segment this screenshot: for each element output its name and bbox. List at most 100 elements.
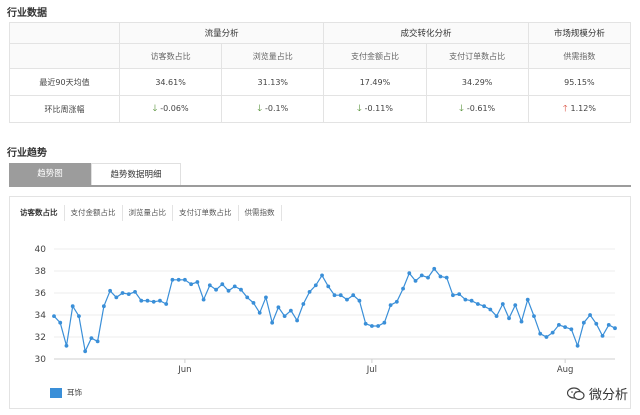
data-point [183,277,187,282]
data-point [413,279,418,283]
data-point [70,304,75,309]
data-point [475,302,480,306]
data-point [469,298,474,303]
data-point [64,343,69,348]
data-point [394,299,399,304]
group-header-conversion: 成交转化分析 [323,22,529,44]
y-tick-label: 40 [35,245,47,255]
arrow-down-icon: 🡓 [152,104,158,114]
industry-metrics-table: 流量分析 成交转化分析 市场规模分析 访客数占比 浏览量占比 支付金额占比 支付… [9,22,632,123]
data-point [426,275,430,280]
column-header: 支付订单数占比 [425,43,529,69]
table-corner-sub [9,43,120,69]
data-point [301,302,306,306]
arrow-down-icon: 🡓 [257,104,263,114]
data-point [220,282,225,287]
data-point [338,293,343,298]
table-cell: 34.61% [118,68,223,96]
data-point [457,292,462,296]
data-point [500,302,505,306]
row-label: 环比周涨幅 [9,95,120,123]
data-point [145,298,150,303]
change-value: -0.11% [364,104,393,113]
change-value: -0.61% [466,104,496,113]
y-tick-label: 38 [35,267,47,277]
data-point [332,293,337,298]
data-point [133,290,137,294]
data-point [401,286,405,291]
trend-tabs: 趋势图 趋势数据明细 [9,163,631,187]
column-header: 浏览量占比 [221,43,325,69]
chart-legend[interactable]: 耳饰 [50,387,82,398]
data-point [519,319,524,324]
data-point [463,297,468,302]
data-point [251,301,256,305]
trend-chart-panel: 访客数占比 支付金额占比 浏览量占比 支付订单数占比 供需指数 30 32 34 36… [9,196,631,409]
table-row: 环比周涨幅 🡓 -0.06% 🡓 -0.1% 🡓 -0.11% 🡓 -0.61% 🡑 1.… [9,95,632,123]
x-tick-label: Jun [177,365,191,375]
y-tick-label: 36 [35,289,47,299]
data-point [239,287,243,292]
data-point [345,297,349,302]
data-point [507,316,511,321]
data-point [126,292,131,296]
data-point [419,273,424,278]
data-point [89,336,94,340]
industry-data-title: 行业数据 [7,8,47,19]
tab-trend-detail[interactable]: 趋势数据明细 [91,163,181,185]
data-point [257,310,262,315]
data-point [575,343,580,348]
y-tick-label: 30 [35,355,47,365]
data-point [444,275,449,280]
data-point [588,313,592,317]
data-point [363,321,368,326]
column-header: 供需指数 [527,43,632,69]
data-point [245,295,250,300]
data-point [370,324,374,328]
data-point [232,284,237,289]
data-point [513,303,518,307]
data-point [120,291,125,295]
table-cell: 🡓 -0.06% [118,95,223,123]
table-corner [9,22,120,44]
legend-label: 耳饰 [67,388,82,397]
group-header-market: 市场规模分析 [527,22,632,44]
table-cell: 34.29% [425,68,529,96]
data-point [351,293,356,298]
data-point [438,274,443,279]
column-header: 支付金额占比 [323,43,427,69]
data-point [432,266,437,271]
watermark: 微分析 [566,384,628,403]
data-point [288,308,293,313]
data-point [544,335,549,339]
data-point [525,297,530,302]
data-point [326,284,331,289]
group-header-traffic: 流量分析 [118,22,325,44]
x-tick-label: Aug [557,365,574,375]
data-point [270,320,275,325]
data-point [214,287,218,292]
tab-trend-chart[interactable]: 趋势图 [9,163,91,185]
data-point [613,326,617,331]
table-cell: 95.15% [527,68,632,96]
table-cell: 🡓 -0.1% [221,95,325,123]
data-point [494,314,499,318]
data-point [52,314,56,318]
table-cell: 🡑 1.12% [527,95,632,123]
data-point [226,288,231,293]
data-point [550,330,555,335]
data-point [158,298,162,303]
data-point [532,314,536,318]
data-point [176,277,181,282]
data-point [594,321,599,326]
data-point [388,303,393,307]
row-label: 最近90天均值 [9,68,120,96]
data-point [488,307,493,312]
data-point [114,295,119,300]
data-point [139,298,144,303]
legend-swatch [50,387,62,398]
table-cell: 31.13% [221,68,325,96]
data-point [307,290,312,294]
table-row: 最近90天均值 34.61% 31.13% 17.49% 34.29% 95.1… [9,68,632,96]
data-point [600,334,605,338]
